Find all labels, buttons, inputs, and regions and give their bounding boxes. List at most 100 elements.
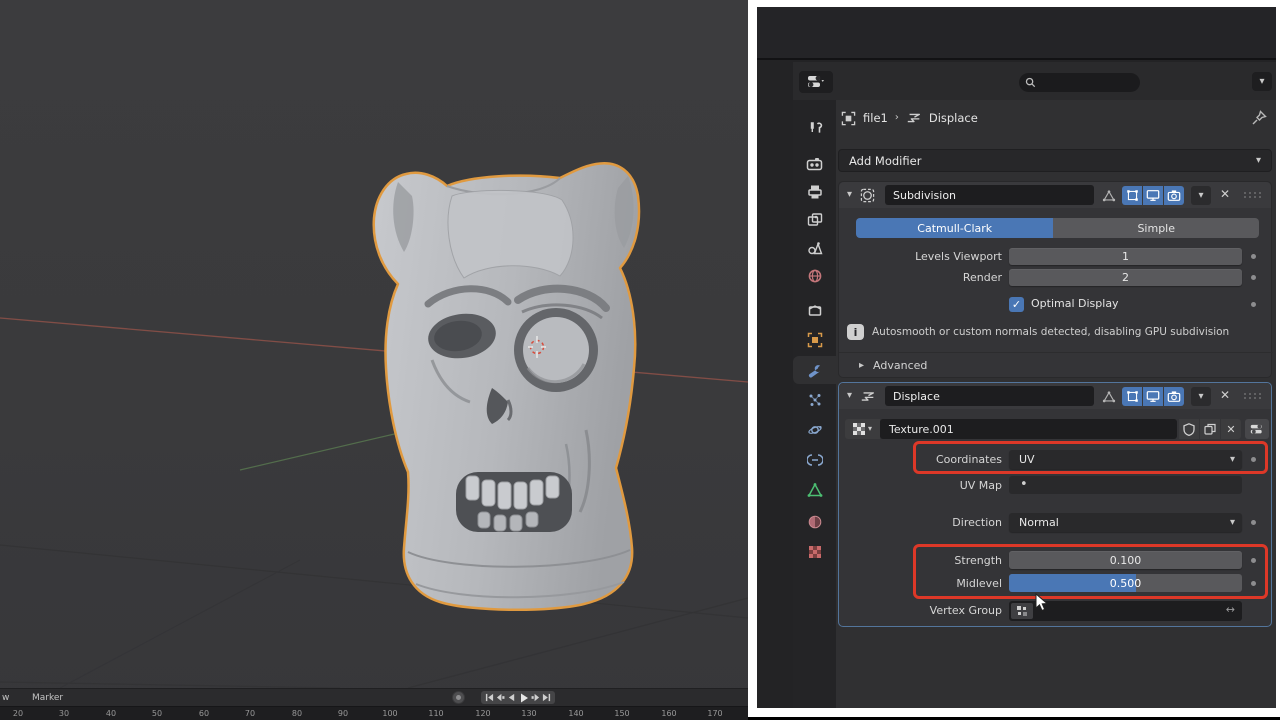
levels-viewport-field[interactable]: 1 xyxy=(1009,248,1242,265)
animate-decorator[interactable] xyxy=(1251,581,1256,586)
breadcrumb-modifier[interactable]: Displace xyxy=(929,111,978,125)
animate-decorator[interactable] xyxy=(1251,302,1256,307)
delete-modifier-button[interactable]: ✕ xyxy=(1220,187,1230,201)
realtime-toggle[interactable] xyxy=(1143,387,1163,406)
tab-material[interactable] xyxy=(793,508,836,536)
frame-tick: 150 xyxy=(614,709,629,718)
frame-tick: 110 xyxy=(428,709,443,718)
play-button[interactable] xyxy=(519,693,529,703)
marker-menu[interactable]: Marker xyxy=(32,693,63,703)
previous-keyframe-button[interactable] xyxy=(496,693,505,702)
tab-view-layer[interactable] xyxy=(793,206,836,234)
tab-collection[interactable] xyxy=(793,296,836,324)
render-toggle[interactable] xyxy=(1164,186,1184,205)
render-label: Render xyxy=(879,271,1002,284)
viewport-scene xyxy=(0,0,748,688)
edit-mode-toggle[interactable] xyxy=(1122,186,1142,205)
expand-panel-icon[interactable]: ▾ xyxy=(847,190,852,200)
breadcrumb-object[interactable]: file1 xyxy=(863,111,888,125)
tab-output[interactable] xyxy=(793,178,836,206)
animate-decorator[interactable] xyxy=(1251,457,1256,462)
monitor-icon xyxy=(1146,390,1160,403)
animate-decorator[interactable] xyxy=(1251,520,1256,525)
pin-icon[interactable] xyxy=(1251,110,1267,126)
delete-modifier-button[interactable]: ✕ xyxy=(1220,388,1230,402)
midlevel-label: Midlevel xyxy=(879,577,1002,590)
uv-map-field[interactable]: • xyxy=(1009,476,1242,494)
render-toggle[interactable] xyxy=(1164,387,1184,406)
wrench-icon xyxy=(806,362,823,379)
edit-mode-toggle[interactable] xyxy=(1122,387,1142,406)
advanced-subpanel[interactable]: ▸ Advanced xyxy=(859,359,927,372)
tab-render[interactable] xyxy=(793,150,836,178)
frame-tick: 70 xyxy=(245,709,255,718)
view-menu[interactable]: w xyxy=(2,693,9,703)
tab-texture[interactable] xyxy=(793,538,836,566)
skull-model[interactable] xyxy=(374,163,639,610)
filter-options-button[interactable]: ▾ xyxy=(1252,72,1272,91)
editor-type-button[interactable] xyxy=(799,71,833,93)
catmull-clark-button[interactable]: Catmull-Clark xyxy=(856,218,1053,238)
strength-field[interactable]: 0.100 xyxy=(1009,551,1242,569)
timeline-ruler[interactable]: 20 30 40 50 60 70 80 90 100 110 120 130 … xyxy=(0,706,748,720)
render-levels-value: 2 xyxy=(1122,271,1129,284)
tab-constraints[interactable] xyxy=(793,446,836,474)
checkmark-icon: ✓ xyxy=(1012,298,1021,311)
optimal-display-checkbox[interactable]: ✓ xyxy=(1009,297,1024,312)
expand-panel-icon[interactable]: ▾ xyxy=(847,391,852,401)
texture-name: Texture.001 xyxy=(889,423,954,436)
texture-name-field[interactable]: Texture.001 xyxy=(880,419,1177,439)
modifier-name-field[interactable]: Displace xyxy=(885,386,1094,406)
mouse-cursor xyxy=(1035,593,1051,613)
add-modifier-dropdown[interactable]: Add Modifier ▾ xyxy=(838,149,1272,172)
drag-handle-icon[interactable] xyxy=(1243,392,1261,400)
render-levels-field[interactable]: 2 xyxy=(1009,269,1242,286)
modifier-extras-button[interactable]: ▾ xyxy=(1191,387,1211,406)
coordinates-value: UV xyxy=(1019,453,1035,466)
realtime-toggle[interactable] xyxy=(1143,186,1163,205)
animate-decorator[interactable] xyxy=(1251,558,1256,563)
tab-object[interactable] xyxy=(793,326,836,354)
view-layer-icon xyxy=(807,212,823,228)
tab-tool[interactable] xyxy=(793,114,836,142)
frame-tick: 80 xyxy=(292,709,302,718)
modifier-extras-button[interactable]: ▾ xyxy=(1191,186,1211,205)
tab-world[interactable] xyxy=(793,262,836,290)
3d-viewport[interactable]: w Marker 20 30 40 50 60 70 80 90 100 110… xyxy=(0,0,748,720)
camera-icon xyxy=(1167,189,1181,202)
tab-particles[interactable] xyxy=(793,386,836,414)
animate-decorator[interactable] xyxy=(1251,254,1256,259)
edit-mode-icon xyxy=(1126,390,1139,403)
texture-browse-button[interactable]: ▾ xyxy=(845,419,880,439)
simple-button[interactable]: Simple xyxy=(1053,218,1259,238)
fake-user-button[interactable] xyxy=(1179,419,1199,439)
displace-panel-header[interactable]: ▾ Displace ▾ ✕ xyxy=(839,383,1271,409)
search-input[interactable] xyxy=(1019,73,1140,92)
midlevel-slider[interactable]: 0.500 xyxy=(1009,574,1242,592)
vertex-group-icon xyxy=(1016,605,1028,617)
direction-dropdown[interactable]: Normal ▾ xyxy=(1009,513,1242,532)
modifier-name-field[interactable]: Subdivision xyxy=(885,185,1094,205)
duplicate-data-button[interactable] xyxy=(1200,419,1220,439)
on-cage-toggle[interactable] xyxy=(1099,186,1119,205)
on-cage-toggle[interactable] xyxy=(1099,387,1119,406)
jump-to-end-button[interactable] xyxy=(542,693,551,702)
next-keyframe-button[interactable] xyxy=(531,693,540,702)
tab-modifiers[interactable] xyxy=(793,356,836,384)
unlink-texture-button[interactable]: ✕ xyxy=(1221,419,1241,439)
tab-physics[interactable] xyxy=(793,416,836,444)
drag-handle-icon[interactable] xyxy=(1243,191,1261,199)
tab-scene[interactable] xyxy=(793,234,836,262)
jump-to-start-button[interactable] xyxy=(485,693,494,702)
play-reverse-button[interactable] xyxy=(507,693,516,702)
tab-object-data[interactable] xyxy=(793,476,836,504)
frame-tick: 160 xyxy=(661,709,676,718)
show-texture-in-properties-button[interactable] xyxy=(1245,419,1269,439)
collection-icon xyxy=(807,302,823,318)
coordinates-dropdown[interactable]: UV ▾ xyxy=(1009,450,1242,469)
animate-decorator[interactable] xyxy=(1251,275,1256,280)
invert-vertex-group-icon[interactable]: ↔ xyxy=(1226,603,1235,616)
auto-keying-button[interactable] xyxy=(452,691,465,704)
subdivision-panel-header[interactable]: ▾ Subdivision ▾ ✕ xyxy=(839,182,1271,208)
vertex-group-browse-button[interactable] xyxy=(1011,603,1033,619)
